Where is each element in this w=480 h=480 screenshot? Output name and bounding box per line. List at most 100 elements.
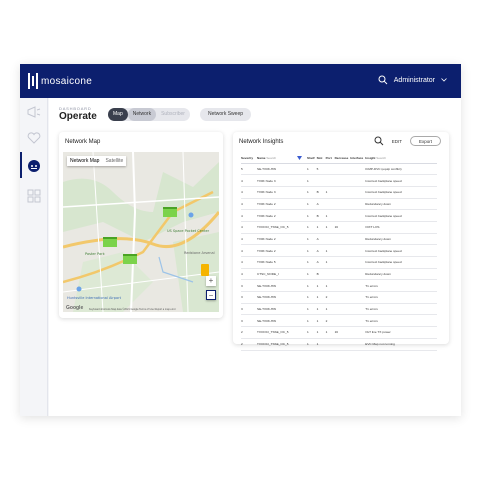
table-row[interactable]: 4 TX0K Node 5 1 A 1 Incorrect backplane speed — [241, 256, 437, 269]
table-row[interactable]: 3 SE-TX0K-HW 1 1 1 T1 errors — [241, 303, 437, 316]
table-row[interactable]: 4 TX0K Node 3 1 Incorrect backplane speed — [241, 174, 437, 187]
table-row[interactable]: 4 TX0K Node 2 1 A 1 Incorrect backplane speed — [241, 244, 437, 257]
cell-slot: A — [316, 198, 326, 211]
label-park: Poster Park — [85, 252, 106, 256]
table-row[interactable]: 5 SE-TX0K-HW 1 5 ICMP-DVC (equip conflict) — [241, 163, 437, 176]
table-row[interactable]: 3 SE-TX0K-HW 1 1 2 T1 errors — [241, 291, 437, 304]
cell-interface — [350, 291, 366, 304]
cell-flag — [297, 256, 307, 269]
toggle-subscriber[interactable]: Subscriber — [156, 108, 190, 121]
col-shelf[interactable]: Shelf — [307, 154, 317, 164]
cell-interface — [350, 198, 366, 211]
zoom-in-button[interactable]: + — [206, 276, 216, 286]
cell-name: TX0K Node 2 — [257, 209, 297, 222]
toggle-map[interactable]: Map — [108, 108, 128, 121]
cell-slot: 1 — [316, 326, 326, 339]
tower-marker[interactable] — [123, 254, 137, 264]
edit-button[interactable]: EDIT — [392, 139, 402, 144]
network-map-card: Network Map US Space Pocket Center Poste… — [59, 132, 223, 318]
label-redstone: Redstone Arsenal — [184, 251, 215, 255]
table-row[interactable]: 4 TX0K Node 3 1 B 1 Incorrect backplane speed — [241, 186, 437, 199]
cell-decrease — [334, 233, 351, 246]
map-type-map[interactable]: Network Map — [67, 156, 102, 166]
cell-port: 1 — [325, 256, 335, 269]
tower-marker[interactable] — [163, 207, 177, 217]
table-row[interactable]: 2 TXOOCI_TSSE_OC_5 1 1 EVC Map not running — [241, 338, 437, 351]
col-severity[interactable]: Severity — [241, 154, 257, 164]
cell-interface — [350, 186, 366, 199]
cell-shelf: 1 — [307, 256, 317, 269]
table-row[interactable]: 4 TX0K Node 2 1 A Redundancy down — [241, 198, 437, 211]
cell-interface — [350, 209, 366, 222]
insights-card-title: Network Insights — [239, 139, 284, 145]
cell-severity: 4 — [241, 256, 257, 269]
street-view-pegman-icon[interactable] — [201, 264, 209, 276]
name-filter[interactable]: Search — [266, 156, 276, 160]
cell-shelf: 1 — [307, 314, 317, 328]
network-icon[interactable] — [26, 157, 42, 173]
cell-decrease — [334, 163, 351, 176]
table-row[interactable]: 2 TXOOCI_TSSE_OC_5 1 1 1 16 OLT line TX power — [241, 326, 437, 339]
cell-decrease — [334, 209, 351, 222]
cell-insight: Redundancy down — [365, 268, 437, 281]
export-button[interactable]: Export — [409, 136, 441, 146]
col-slot[interactable]: Slot — [316, 154, 326, 164]
table-row[interactable]: 4 TXOOCI_TSSE_OC_5 1 1 1 16 OIXT LOS — [241, 221, 437, 234]
cell-name: TX0K Node 3 — [257, 174, 297, 187]
cell-slot: B — [316, 186, 326, 199]
map-type-toggle: Network Map Satellite — [67, 156, 127, 166]
col-decrease[interactable]: Decrease — [334, 154, 351, 164]
cell-port — [325, 338, 335, 351]
cell-insight: T1 errors — [365, 291, 437, 304]
map-type-satellite[interactable]: Satellite — [102, 156, 126, 166]
cell-interface — [350, 233, 366, 246]
cell-insight: Redundancy down — [365, 198, 437, 211]
table-row[interactable]: 4 TX0K Node 2 1 A Redundancy down — [241, 233, 437, 246]
insight-filter[interactable]: Search — [376, 156, 386, 160]
cell-shelf: 1 — [307, 338, 317, 351]
cell-interface — [350, 303, 366, 316]
cell-slot: A — [316, 244, 326, 257]
cell-decrease — [334, 279, 351, 293]
zoom-out-button[interactable]: − — [206, 290, 216, 300]
table-row[interactable]: 4 CTSC_NODE_I 1 B Redundancy down — [241, 268, 437, 281]
heart-icon[interactable] — [26, 130, 42, 146]
col-insight[interactable]: Insight Search — [365, 154, 437, 164]
cell-flag — [297, 279, 307, 293]
cell-decrease — [334, 186, 351, 199]
col-name[interactable]: Name Search — [257, 154, 297, 164]
cell-slot — [316, 174, 326, 187]
table-header-row: Severity Name Search Shelf Slot Port Dec… — [241, 154, 437, 164]
tower-marker[interactable] — [103, 237, 117, 247]
grid-icon[interactable] — [26, 188, 42, 204]
logo[interactable]: mosaicone — [28, 73, 92, 89]
cell-insight: OLT line TX power — [365, 326, 437, 339]
search-icon[interactable] — [374, 136, 384, 146]
label-poc: US Space Pocket Center — [167, 229, 210, 233]
map-view[interactable]: US Space Pocket Center Poster Park Redst… — [63, 152, 219, 312]
filter-icon[interactable] — [297, 154, 307, 164]
network-sweep-button[interactable]: Network Sweep — [200, 108, 252, 121]
cell-slot: 1 — [316, 221, 326, 234]
cell-shelf: 1 — [307, 268, 317, 281]
cell-flag — [297, 198, 307, 211]
toggle-network[interactable]: Network — [127, 108, 157, 121]
col-interface[interactable]: Interface — [350, 154, 366, 164]
table-row[interactable]: 3 SE-TX0K-HW 1 1 1 T1 errors — [241, 279, 437, 293]
table-row[interactable]: 4 TX0K Node 2 1 B 1 Incorrect backplane speed — [241, 209, 437, 222]
cell-slot: A — [316, 233, 326, 246]
cell-port: 1 — [325, 221, 335, 234]
cell-shelf: 1 — [307, 326, 317, 339]
table-row[interactable]: 3 SE-TX0K-HW 1 1 2 T1 errors — [241, 314, 437, 328]
col-port[interactable]: Port — [325, 154, 335, 164]
user-label: Administrator — [393, 76, 435, 84]
megaphone-icon[interactable] — [26, 104, 42, 120]
cell-interface — [350, 268, 366, 281]
cell-flag — [297, 174, 307, 187]
cell-decrease — [334, 291, 351, 304]
cell-slot: 1 — [316, 291, 326, 304]
cell-flag — [297, 268, 307, 281]
cell-slot: 1 — [316, 279, 326, 293]
user-menu[interactable]: Administrator — [378, 75, 447, 85]
search-icon[interactable] — [378, 75, 388, 85]
